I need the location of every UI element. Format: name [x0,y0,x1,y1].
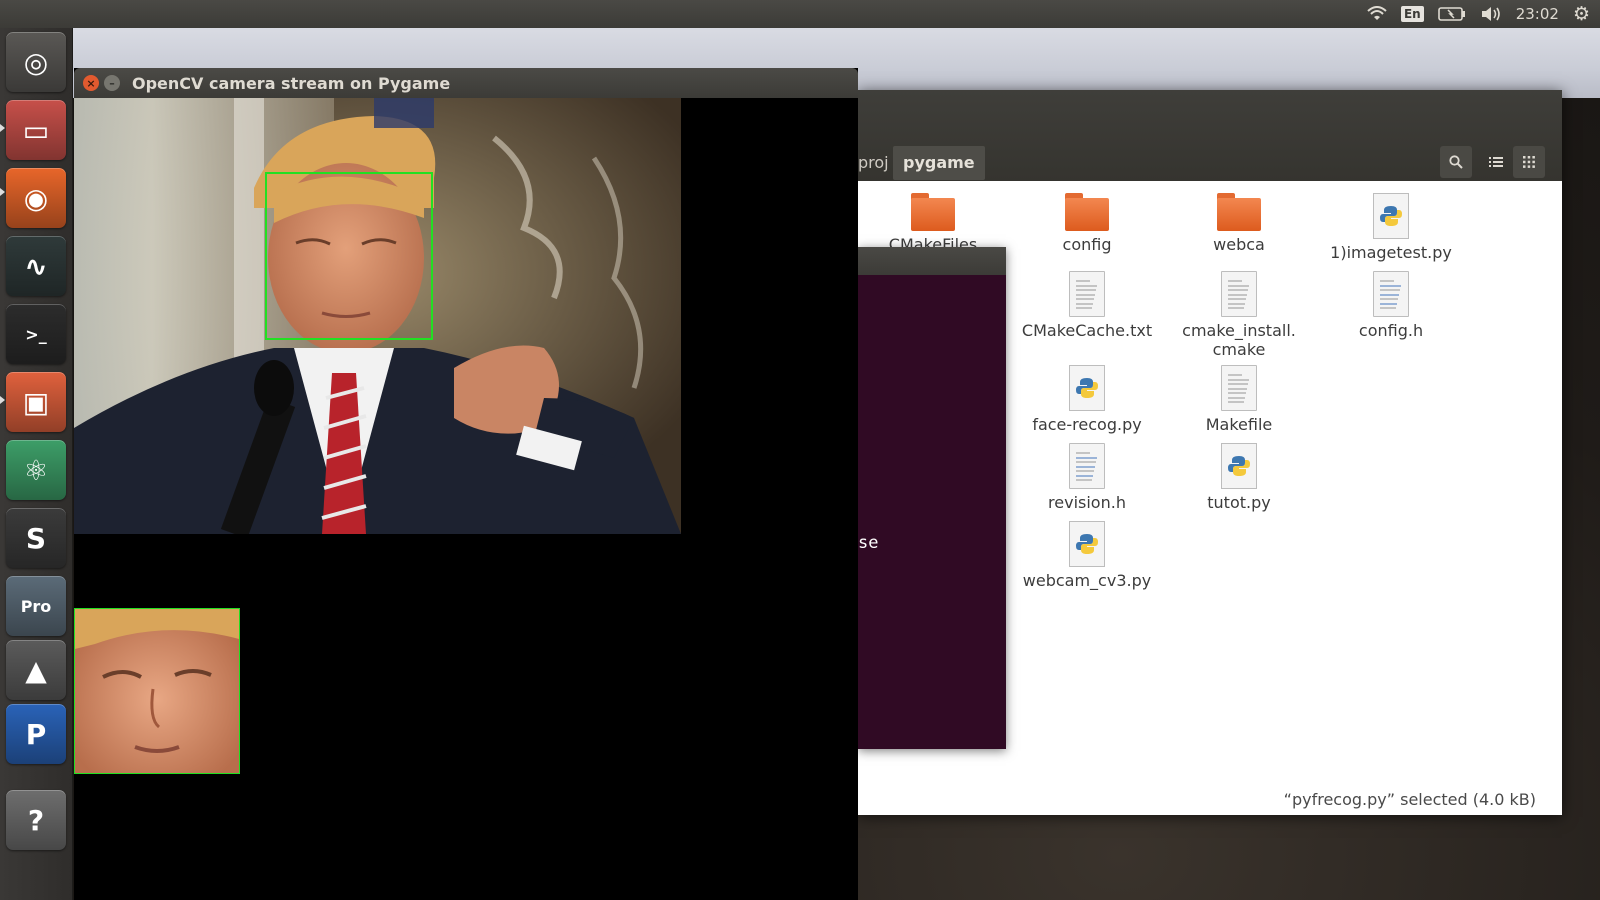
launcher-atom[interactable]: ⚛ [6,440,66,500]
keyboard-layout-icon[interactable]: En [1400,6,1424,22]
file-name: face-recog.py [1032,415,1142,434]
opencv-window: × – OpenCV camera stream on Pygame [74,68,858,900]
grid-view-icon [1523,156,1535,168]
battery-icon[interactable] [1437,7,1466,21]
system-monitor-icon: ∿ [24,249,48,283]
python-file-icon [1069,365,1105,411]
close-button[interactable]: × [83,75,99,91]
file-item[interactable]: face-recog.py [1012,365,1162,434]
file-item[interactable]: CMakeFiles [858,193,1008,254]
python-file-icon [1069,521,1105,567]
launcher-vlc[interactable]: ▲ [6,640,66,700]
launcher-archive-manager[interactable]: ▣ [6,372,66,432]
archive-manager-icon: ▣ [22,385,50,419]
wifi-icon[interactable] [1367,6,1387,22]
clock[interactable]: 23:02 [1516,5,1559,23]
launcher-system-monitor[interactable]: ∿ [6,236,66,296]
face-detection-box [265,172,433,340]
close-icon: × [86,76,96,90]
code-file-icon [1373,271,1409,317]
search-icon [1449,155,1463,169]
text-file-icon [1221,271,1257,317]
file-name: 1)imagetest.py [1330,243,1452,262]
file-name: Makefile [1205,415,1273,434]
file-item[interactable]: revision.h [1012,443,1162,512]
file-name: revision.h [1048,493,1126,512]
file-item[interactable]: cmake_install. cmake [1164,271,1314,359]
sublime-text-icon: S [25,521,47,555]
firefox-icon: ◉ [23,181,49,215]
list-view-button[interactable] [1480,146,1512,178]
vlc-icon: ▲ [25,653,47,687]
atom-icon: ⚛ [23,453,49,487]
breadcrumb-pygame[interactable]: pygame [893,146,985,180]
folder-icon [1217,193,1261,231]
folder-icon [911,193,955,231]
launcher-stacked-apps[interactable]: P [6,704,66,764]
grid-view-button[interactable] [1513,146,1545,178]
terminal-window[interactable]: se [858,247,1006,749]
folder-icon [1065,193,1109,231]
files-icon: ▭ [22,113,50,147]
system-tray: En 23:02 ⚙ [1367,0,1590,28]
file-item[interactable]: CMakeCache.txt [1012,271,1162,340]
file-name: cmake_install. cmake [1182,321,1296,359]
face-crop-image [75,609,239,773]
launcher: ◎ ▭ ◉ ∿ >_ ▣ ⚛ S Pro ▲ P? [0,28,73,900]
text-file-icon [1069,271,1105,317]
search-button[interactable] [1440,146,1472,178]
ubuntu-dash-icon: ◎ [23,45,49,79]
file-name: config.h [1358,321,1424,340]
file-name: webcam_cv3.py [1022,571,1152,590]
file-manager-header: proj pygame [858,90,1562,181]
file-name: config [1062,235,1112,254]
launcher-files[interactable]: ▭ [6,100,66,160]
file-name: webca [1213,235,1265,254]
stacked-apps-icon: P [25,717,47,751]
launcher-google-earth-pro[interactable]: Pro [6,576,66,636]
google-earth-pro-icon: Pro [20,596,52,616]
launcher-firefox[interactable]: ◉ [6,168,66,228]
help-icon: ? [27,803,45,837]
detected-face-thumbnail [74,608,240,774]
file-item[interactable]: tutot.py [1164,443,1314,512]
file-item[interactable]: 1)imagetest.py [1316,193,1466,262]
breadcrumb-proj[interactable]: proj [858,146,889,180]
python-file-icon [1373,193,1409,239]
running-indicator [0,396,5,404]
file-item[interactable]: config.h [1316,271,1466,340]
file-item[interactable]: webcam_cv3.py [1012,521,1162,590]
launcher-terminal[interactable]: >_ [6,304,66,364]
launcher-ubuntu-dash[interactable]: ◎ [6,32,66,92]
file-item[interactable]: Makefile [1164,365,1314,434]
keyboard-layout-label: En [1400,6,1424,22]
terminal-titlebar[interactable] [858,247,1006,275]
list-view-icon [1489,157,1503,167]
file-name: tutot.py [1207,493,1271,512]
minimize-icon: – [109,76,115,90]
camera-frame [74,98,681,534]
code-file-icon [1069,443,1105,489]
status-bar: “pyfrecog.py” selected (4.0 kB) [1283,790,1536,809]
running-indicator [0,188,5,196]
python-file-icon [1221,443,1257,489]
minimize-button[interactable]: – [104,75,120,91]
volume-icon[interactable] [1480,6,1502,22]
terminal-text: se [858,533,879,553]
running-indicator [0,124,5,132]
launcher-sublime-text[interactable]: S [6,508,66,568]
opencv-titlebar[interactable]: × – OpenCV camera stream on Pygame [74,68,858,98]
window-title: OpenCV camera stream on Pygame [132,74,451,93]
settings-gear-icon[interactable]: ⚙ [1573,3,1590,25]
file-item[interactable]: config [1012,193,1162,254]
launcher-help[interactable]: ? [6,790,66,850]
terminal-icon: >_ [25,324,47,344]
file-name: CMakeCache.txt [1021,321,1153,340]
top-panel: En 23:02 ⚙ [0,0,1600,28]
text-file-icon [1221,365,1257,411]
file-item[interactable]: webca [1164,193,1314,254]
